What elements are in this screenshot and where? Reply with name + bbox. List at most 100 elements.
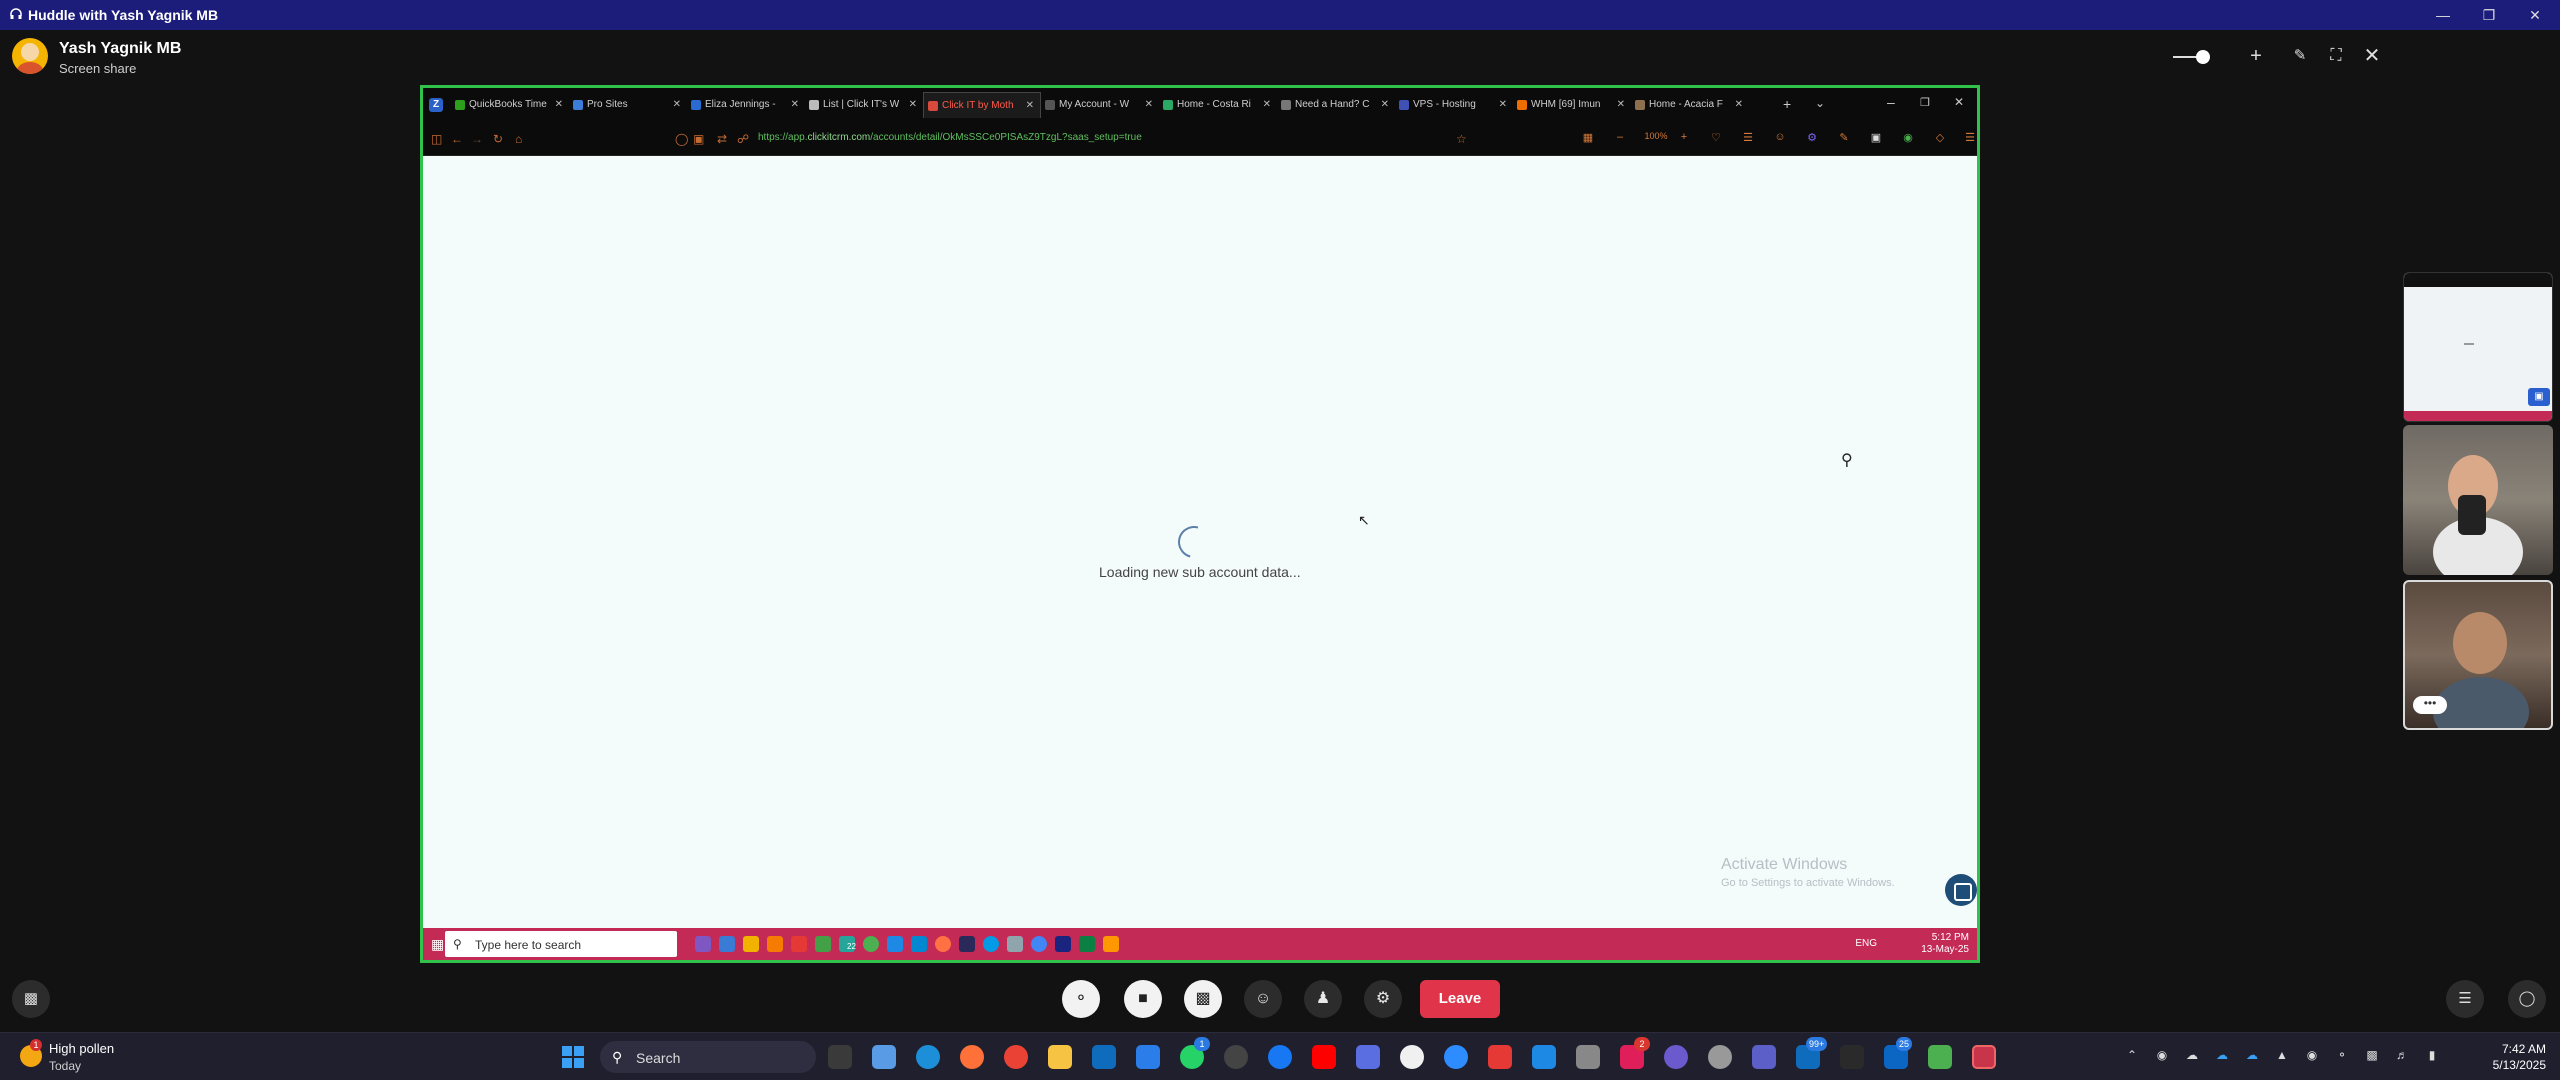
crop-icon[interactable]: ▣ bbox=[1869, 131, 1883, 145]
browser-tab[interactable]: Pro Sites ✕ bbox=[569, 92, 687, 118]
microphone-tray-icon[interactable]: ⚬ bbox=[2334, 1048, 2350, 1064]
screen-share-button[interactable]: ▩ bbox=[1184, 980, 1222, 1018]
inner-language-indicator[interactable]: ENG bbox=[1855, 938, 1877, 949]
app-icon[interactable] bbox=[1488, 1045, 1512, 1069]
inner-app-icon[interactable] bbox=[959, 936, 975, 952]
add-people-button[interactable]: ♟ bbox=[1304, 980, 1342, 1018]
extension-icon[interactable]: ⚙ bbox=[1805, 131, 1819, 145]
zoom-slider-handle[interactable] bbox=[2196, 50, 2210, 64]
zoom-in-browser-icon[interactable]: + bbox=[1677, 131, 1691, 145]
tray-cloud-icon[interactable]: ☁ bbox=[2184, 1048, 2200, 1064]
participant-more-button[interactable]: ••• bbox=[2413, 696, 2447, 714]
close-tab-icon[interactable]: ✕ bbox=[1026, 93, 1034, 118]
inner-app-icon[interactable] bbox=[1055, 936, 1071, 952]
inner-app-icon[interactable] bbox=[743, 936, 759, 952]
inner-app-icon[interactable] bbox=[935, 936, 951, 952]
calculator-icon[interactable] bbox=[1928, 1045, 1952, 1069]
draw-toggle-icon[interactable]: ✎ bbox=[2288, 44, 2312, 68]
browser-tab[interactable]: Eliza Jennings - ✕ bbox=[687, 92, 805, 118]
bluetooth-icon[interactable]: ▲ bbox=[2274, 1048, 2290, 1064]
weather-title[interactable]: High pollen bbox=[49, 1041, 114, 1056]
browser-tab[interactable]: QuickBooks Time ✕ bbox=[451, 92, 569, 118]
inner-app-icon[interactable] bbox=[863, 936, 879, 952]
account-icon[interactable]: ☺ bbox=[1773, 131, 1787, 145]
taskbar-search-box[interactable]: ⚲ Search bbox=[600, 1041, 816, 1073]
restore-window-button[interactable]: ❐ bbox=[2466, 0, 2512, 30]
browser-tab-active[interactable]: Click IT by Moth ✕ bbox=[923, 92, 1041, 118]
inner-app-icon[interactable] bbox=[1007, 936, 1023, 952]
volume-icon[interactable]: ♬ bbox=[2394, 1048, 2410, 1064]
sidebar-toggle-icon[interactable]: ◫ bbox=[431, 132, 442, 146]
inner-app-icon[interactable] bbox=[1079, 936, 1095, 952]
password-manager-icon[interactable] bbox=[1224, 1045, 1248, 1069]
microphone-button[interactable]: ⚬ bbox=[1062, 980, 1100, 1018]
tray-overflow-icon[interactable]: ⌃ bbox=[2124, 1048, 2140, 1064]
outlook-icon[interactable] bbox=[1092, 1045, 1116, 1069]
fullscreen-icon[interactable]: ⛶ bbox=[2324, 44, 2348, 68]
zoom-out-browser-icon[interactable]: – bbox=[1613, 131, 1627, 145]
reload-icon[interactable]: ↻ bbox=[493, 132, 503, 146]
firefox-icon[interactable] bbox=[960, 1045, 984, 1069]
zoom-level[interactable]: 100% bbox=[1643, 131, 1669, 145]
inner-app-icon[interactable] bbox=[1031, 936, 1047, 952]
participant-video-1[interactable] bbox=[2403, 425, 2553, 575]
inner-app-icon[interactable] bbox=[1103, 936, 1119, 952]
app-icon[interactable] bbox=[1840, 1045, 1864, 1069]
onedrive-icon[interactable]: ☁ bbox=[2214, 1048, 2230, 1064]
eyedropper-icon[interactable]: ✎ bbox=[1837, 131, 1851, 145]
teams-icon[interactable] bbox=[1752, 1045, 1776, 1069]
settings-button[interactable]: ⚙ bbox=[1364, 980, 1402, 1018]
close-tab-icon[interactable]: ✕ bbox=[909, 92, 917, 118]
close-tab-icon[interactable]: ✕ bbox=[555, 92, 563, 118]
close-window-button[interactable]: ✕ bbox=[2512, 0, 2558, 30]
close-share-icon[interactable]: ✕ bbox=[2360, 44, 2384, 68]
tray-app-icon[interactable]: ◉ bbox=[2154, 1048, 2170, 1064]
zoom-tray-icon[interactable]: ◉ bbox=[2304, 1048, 2320, 1064]
new-tab-icon[interactable]: + bbox=[1783, 96, 1791, 112]
zoom-app-icon[interactable] bbox=[1444, 1045, 1468, 1069]
close-tab-icon[interactable]: ✕ bbox=[1617, 92, 1625, 118]
task-view-icon[interactable] bbox=[828, 1045, 852, 1069]
edge-icon[interactable] bbox=[916, 1045, 940, 1069]
camera-button[interactable]: ■ bbox=[1124, 980, 1162, 1018]
app-icon[interactable] bbox=[1356, 1045, 1380, 1069]
bookmark-star-icon[interactable]: ☆ bbox=[1456, 132, 1467, 146]
google-app-icon[interactable] bbox=[1400, 1045, 1424, 1069]
browser-menu-icon[interactable]: ☰ bbox=[1963, 131, 1977, 145]
reactions-button[interactable]: ☺ bbox=[1244, 980, 1282, 1018]
browser-tab[interactable]: My Account - W ✕ bbox=[1041, 92, 1159, 118]
close-tab-icon[interactable]: ✕ bbox=[791, 92, 799, 118]
reader-icon[interactable]: ▦ bbox=[1581, 131, 1595, 145]
settings-app-icon[interactable] bbox=[1708, 1045, 1732, 1069]
inner-app-icon[interactable] bbox=[791, 936, 807, 952]
tab-list-chevron-icon[interactable]: ⌄ bbox=[1815, 96, 1825, 110]
system-clock[interactable]: 7:42 AM 5/13/2025 bbox=[2493, 1041, 2546, 1073]
extensions-puzzle-icon[interactable]: ◇ bbox=[1933, 131, 1947, 145]
file-explorer-icon[interactable] bbox=[1048, 1045, 1072, 1069]
close-tab-icon[interactable]: ✕ bbox=[673, 92, 681, 118]
inner-clock[interactable]: 5:12 PM 13-May-25 bbox=[1921, 932, 1969, 956]
inner-app-icon[interactable]: 22 bbox=[839, 936, 856, 952]
copilot-icon[interactable] bbox=[872, 1045, 896, 1069]
network-quality-icon[interactable]: ▩ bbox=[12, 980, 50, 1018]
inner-app-icon[interactable] bbox=[887, 936, 903, 952]
library-icon[interactable]: ☰ bbox=[1741, 131, 1755, 145]
close-tab-icon[interactable]: ✕ bbox=[1145, 92, 1153, 118]
inner-app-icon[interactable] bbox=[815, 936, 831, 952]
browser-tab[interactable]: Home - Costa Ri ✕ bbox=[1159, 92, 1277, 118]
battery-icon[interactable]: ▮ bbox=[2424, 1048, 2440, 1064]
chat-widget-icon[interactable] bbox=[1945, 874, 1977, 906]
outlook-active-icon[interactable] bbox=[1972, 1045, 1996, 1069]
forward-arrow-icon[interactable]: → bbox=[471, 132, 483, 146]
skype-icon[interactable] bbox=[1532, 1045, 1556, 1069]
facebook-icon[interactable] bbox=[1268, 1045, 1292, 1069]
tracker-icon[interactable]: ☍ bbox=[737, 132, 749, 146]
inner-app-icon[interactable] bbox=[695, 936, 711, 952]
zoom-in-icon[interactable]: + bbox=[2244, 44, 2268, 68]
browser-minimize-icon[interactable]: – bbox=[1887, 94, 1895, 110]
close-tab-icon[interactable]: ✕ bbox=[1263, 92, 1271, 118]
youtube-icon[interactable] bbox=[1312, 1045, 1336, 1069]
browser-tab[interactable]: List | Click IT's W ✕ bbox=[805, 92, 923, 118]
close-tab-icon[interactable]: ✕ bbox=[1499, 92, 1507, 118]
back-arrow-icon[interactable]: ← bbox=[451, 132, 463, 146]
